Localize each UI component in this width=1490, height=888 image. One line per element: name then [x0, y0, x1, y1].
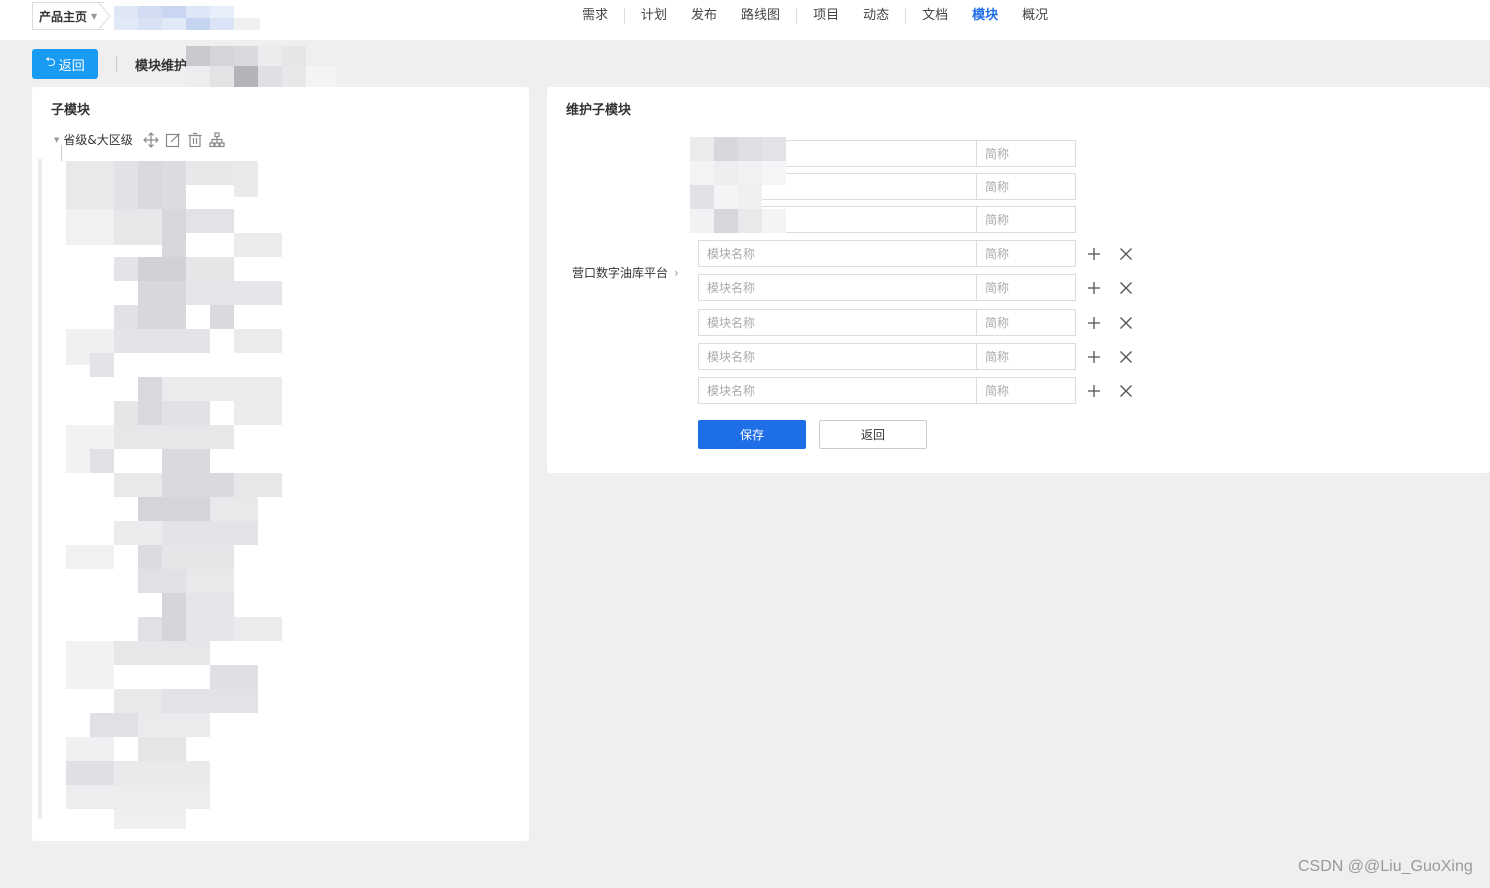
- module-abbr-input[interactable]: [976, 173, 1076, 200]
- module-abbr-input[interactable]: [976, 140, 1076, 167]
- nav-tab-activity[interactable]: 动态: [851, 8, 901, 24]
- top-navbar: 产品主页 ▼ 需求 计划 发布 路线图 项目 动态 文档 模块 概况: [0, 0, 1490, 40]
- tree-node-label: 省级&大区级: [63, 133, 133, 147]
- module-abbr-input[interactable]: [976, 274, 1076, 301]
- parent-module-label: 营口数字油库平台 ›: [572, 264, 679, 281]
- remove-row-icon[interactable]: [1117, 348, 1135, 366]
- row-actions: [1085, 343, 1135, 370]
- module-abbr-input[interactable]: [976, 309, 1076, 336]
- new-submodule-row: [698, 377, 1132, 404]
- product-switcher-label: 产品主页: [39, 9, 88, 24]
- maintain-panel-title: 维护子模块: [566, 103, 632, 118]
- chevron-right-icon: ›: [674, 265, 679, 280]
- nav-divider: [796, 8, 798, 24]
- row-actions: [1085, 240, 1135, 267]
- nav-tab-project[interactable]: 项目: [801, 8, 851, 24]
- submodule-panel: 子模块 ▼ 省级&大区级: [32, 87, 529, 841]
- row-actions: [1085, 309, 1135, 336]
- tree-node-root[interactable]: ▼ 省级&大区级: [54, 131, 225, 148]
- page-title: 模块维护: [135, 59, 188, 74]
- new-submodule-row: [698, 274, 1132, 301]
- add-row-icon[interactable]: [1085, 382, 1103, 400]
- nav-tab-plan[interactable]: 计划: [629, 8, 679, 24]
- move-icon[interactable]: [142, 131, 159, 148]
- nav-tab-requirements[interactable]: 需求: [570, 8, 620, 24]
- add-row-icon[interactable]: [1085, 314, 1103, 332]
- module-name-input[interactable]: [698, 274, 976, 301]
- return-button[interactable]: 返回: [819, 420, 927, 449]
- nav-tab-release[interactable]: 发布: [679, 8, 729, 24]
- new-submodule-row: [698, 240, 1132, 267]
- parent-module-name: 营口数字油库平台: [572, 266, 669, 280]
- main-nav: 需求 计划 发布 路线图 项目 动态 文档 模块 概况: [570, 0, 1060, 32]
- module-abbr-input[interactable]: [976, 343, 1076, 370]
- tree-expand-icon[interactable]: ▼: [54, 136, 59, 144]
- new-submodule-row: [698, 309, 1132, 336]
- tree-node-tools: [142, 131, 225, 148]
- watermark: CSDN @@Liu_GuoXing: [1298, 858, 1473, 875]
- module-name-input[interactable]: [698, 343, 976, 370]
- add-row-icon[interactable]: [1085, 245, 1103, 263]
- blurred-existing-names: [690, 137, 790, 235]
- module-name-input[interactable]: [698, 377, 976, 404]
- submodule-panel-title: 子模块: [51, 103, 91, 118]
- back-button-label: 返回: [58, 58, 85, 74]
- row-actions: [1085, 377, 1135, 404]
- module-name-input[interactable]: [698, 309, 976, 336]
- save-button[interactable]: 保存: [698, 420, 806, 449]
- nav-tab-overview[interactable]: 概况: [1010, 8, 1060, 24]
- nav-tab-roadmap[interactable]: 路线图: [729, 8, 792, 24]
- nav-divider: [624, 8, 626, 24]
- blurred-product-name[interactable]: [112, 3, 262, 31]
- hierarchy-icon[interactable]: [209, 131, 225, 148]
- blurred-product-title: [186, 46, 336, 88]
- back-button[interactable]: ⮌ 返回: [32, 49, 98, 79]
- maintain-submodule-panel: 维护子模块 营口数字油库平台 › 简称 简称 简称 模块名称 简称 模块名称 简…: [547, 87, 1490, 473]
- module-abbr-input[interactable]: [976, 377, 1076, 404]
- row-actions: [1085, 274, 1135, 301]
- remove-row-icon[interactable]: [1117, 279, 1135, 297]
- breadcrumb-arrow-icon: [98, 2, 111, 30]
- remove-row-icon[interactable]: [1117, 245, 1135, 263]
- nav-divider: [905, 8, 907, 24]
- product-switcher[interactable]: 产品主页 ▼: [32, 2, 104, 30]
- nav-tab-module[interactable]: 模块: [960, 8, 1010, 24]
- caret-down-icon: ▼: [91, 11, 98, 21]
- undo-arrow-icon: ⮌: [45, 55, 56, 70]
- header-divider: [116, 56, 117, 72]
- module-name-input[interactable]: [698, 240, 976, 267]
- remove-row-icon[interactable]: [1117, 382, 1135, 400]
- add-row-icon[interactable]: [1085, 279, 1103, 297]
- blurred-tree-children[interactable]: [38, 149, 308, 829]
- nav-tab-docs[interactable]: 文档: [910, 8, 960, 24]
- new-submodule-row: [698, 343, 1132, 370]
- module-abbr-input[interactable]: [976, 240, 1076, 267]
- trash-icon[interactable]: [187, 132, 203, 148]
- add-row-icon[interactable]: [1085, 348, 1103, 366]
- remove-row-icon[interactable]: [1117, 314, 1135, 332]
- module-abbr-input[interactable]: [976, 206, 1076, 233]
- edit-icon[interactable]: [165, 132, 181, 148]
